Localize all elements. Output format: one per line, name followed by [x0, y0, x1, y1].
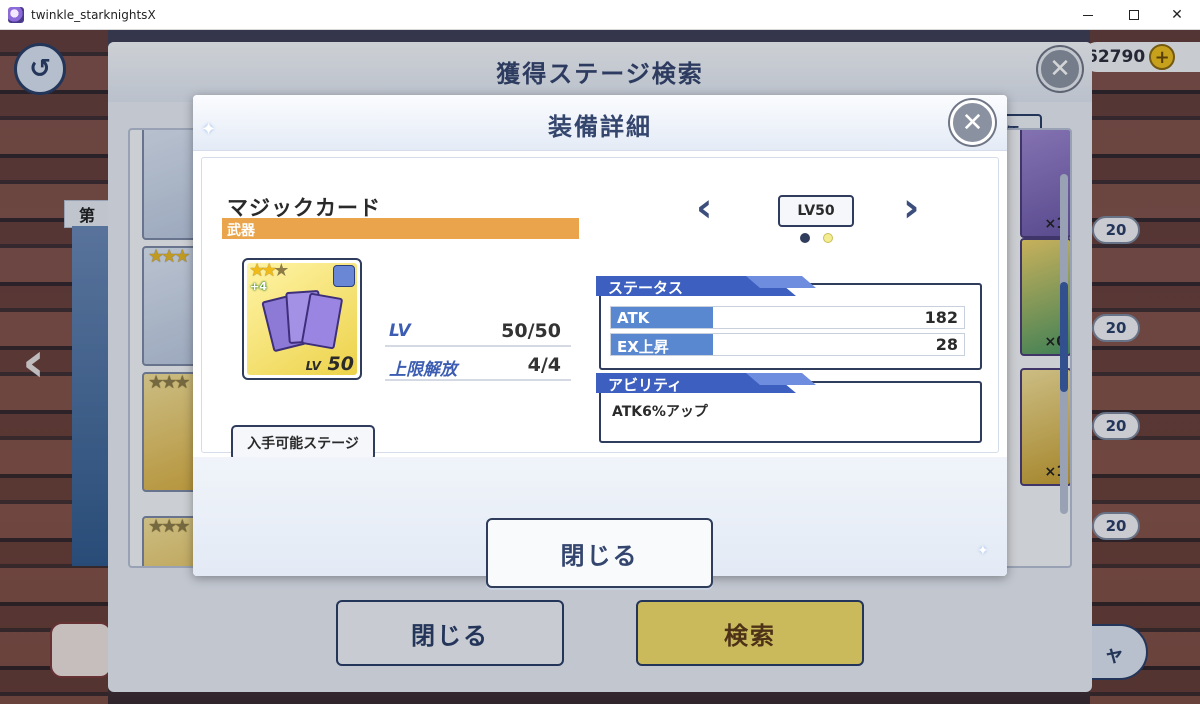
stat-ex-value: 28 [935, 335, 958, 354]
limit-break-row: 上限解放 4/4 [385, 351, 571, 381]
card-level-prefix: LV [305, 359, 321, 373]
ability-text: ATK6%アップ [612, 404, 708, 420]
item-category-bar: 武器 [222, 218, 579, 239]
card-level: LV 50 [306, 353, 354, 375]
stat-atk-value: 182 [924, 308, 958, 327]
page-dot-active [800, 233, 810, 243]
equipment-detail-header: 装備詳細 ✦ ✕ [193, 95, 1007, 151]
enhance-plus-badge: +4 [250, 280, 267, 293]
status-section-title: ステータス [608, 279, 684, 297]
equipment-card: ★★★ +4 LV 50 [242, 258, 362, 380]
close-icon: ✕ [961, 107, 984, 138]
equipment-detail-close-button[interactable]: ✕ [950, 100, 995, 145]
maximize-button[interactable] [1111, 0, 1157, 30]
window-title: twinkle_starknightsX [31, 8, 156, 22]
app-icon [8, 7, 24, 23]
close-icon: ✕ [1171, 7, 1183, 23]
card-level-value: 50 [327, 353, 354, 375]
stat-ex-label: EX上昇 [617, 338, 669, 356]
magic-card-icon [261, 287, 344, 357]
chevron-left-icon: ‹ [696, 185, 713, 231]
level-label: LV [389, 321, 411, 341]
equipment-detail-close-bottom-button[interactable]: 閉じる [486, 518, 713, 588]
equipment-card-art: ★★★ +4 LV 50 [247, 263, 357, 375]
stat-atk-gauge: ATK 182 [610, 306, 965, 329]
available-stages-button[interactable]: 入手可能ステージ [231, 425, 375, 461]
level-selector: LV50 [778, 195, 854, 227]
rarity-stars: ★★★ [249, 263, 289, 281]
previous-level-button[interactable]: ‹ [696, 188, 712, 228]
sparkle-icon: ✦ [977, 543, 989, 559]
level-row: LV 50/50 [385, 317, 571, 347]
window-titlebar: twinkle_starknightsX ✕ [0, 0, 1200, 30]
next-level-button[interactable]: › [903, 188, 919, 228]
equipment-detail-title: 装備詳細 [548, 113, 652, 141]
weapon-type-icon [333, 265, 355, 287]
window-close-button[interactable]: ✕ [1154, 0, 1200, 30]
chevron-right-icon: › [903, 185, 920, 231]
sparkle-icon: ✦ [201, 119, 217, 140]
minimize-icon [1083, 14, 1093, 16]
item-category: 武器 [227, 223, 255, 239]
stat-atk-label: ATK [617, 309, 650, 327]
minimize-button[interactable] [1065, 0, 1111, 30]
stat-ex-gauge: EX上昇 28 [610, 333, 965, 356]
level-value: 50/50 [501, 320, 561, 342]
equipment-detail-dialog: 装備詳細 ✦ ✕ マジックカード 武器 ★★★ +4 LV 50 LV 50/5… [193, 95, 1007, 576]
maximize-icon [1129, 10, 1139, 20]
limit-break-label: 上限解放 [389, 360, 457, 380]
limit-break-value: 4/4 [527, 354, 561, 376]
page-dot [823, 233, 833, 243]
ability-section-title: アビリティ [608, 376, 683, 394]
